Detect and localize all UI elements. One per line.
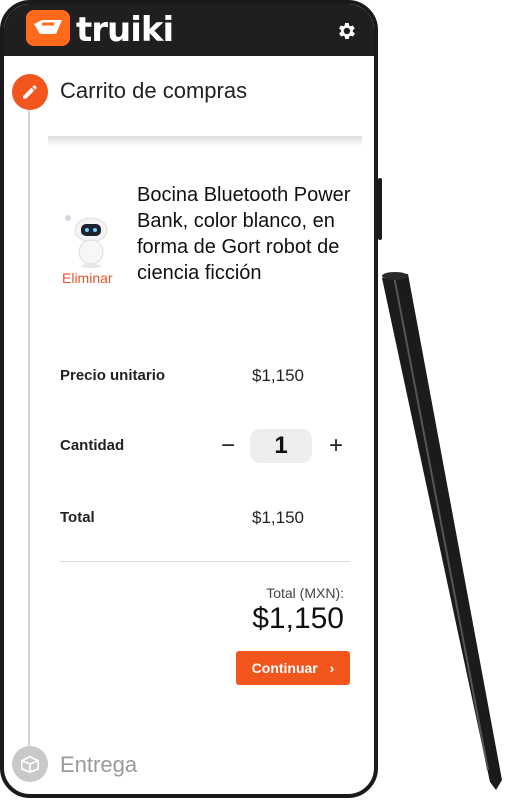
quantity-label: Cantidad xyxy=(60,437,125,454)
app-header: truiki xyxy=(4,4,374,56)
phone-side-button xyxy=(378,178,382,240)
gear-icon[interactable] xyxy=(335,20,357,42)
box-icon xyxy=(20,755,39,773)
pencil-icon xyxy=(23,85,37,99)
cart-step-title: Carrito de compras xyxy=(60,78,248,103)
logo-text: truiki xyxy=(76,10,174,50)
stylus-pen-image xyxy=(382,272,502,790)
unit-price-value: $1,150 xyxy=(252,366,304,385)
quantity-decrease-button[interactable]: − xyxy=(218,432,238,460)
phone-frame: truiki Carrito de compras Eliminar Bocin… xyxy=(0,0,378,798)
product-name: Bocina Bluetooth Power Bank, color blanc… xyxy=(137,184,351,284)
divider xyxy=(60,561,350,562)
remove-link[interactable]: Eliminar xyxy=(62,270,113,286)
truiki-logo-mark xyxy=(26,10,70,46)
quantity-increase-button[interactable]: + xyxy=(326,432,346,460)
cart-logo-icon xyxy=(34,20,62,34)
unit-price-label: Precio unitario xyxy=(60,367,166,384)
total-label: Total xyxy=(60,509,95,526)
grand-total-amount: $1,150 xyxy=(252,602,344,635)
grand-total-caption: Total (MXN): xyxy=(266,585,344,601)
card-top-shadow xyxy=(48,136,362,146)
stepper-line xyxy=(28,90,30,750)
continue-button[interactable]: Continuar › xyxy=(236,651,350,685)
quantity-stepper[interactable]: 1 xyxy=(250,429,312,463)
continue-button-label: Continuar xyxy=(251,660,318,676)
chevron-right-icon: › xyxy=(329,660,335,676)
product-image[interactable] xyxy=(60,210,118,268)
cart-step-indicator xyxy=(12,74,48,110)
total-value: $1,150 xyxy=(252,508,304,527)
delivery-step-indicator xyxy=(12,746,48,782)
delivery-step-title: Entrega xyxy=(60,752,138,777)
